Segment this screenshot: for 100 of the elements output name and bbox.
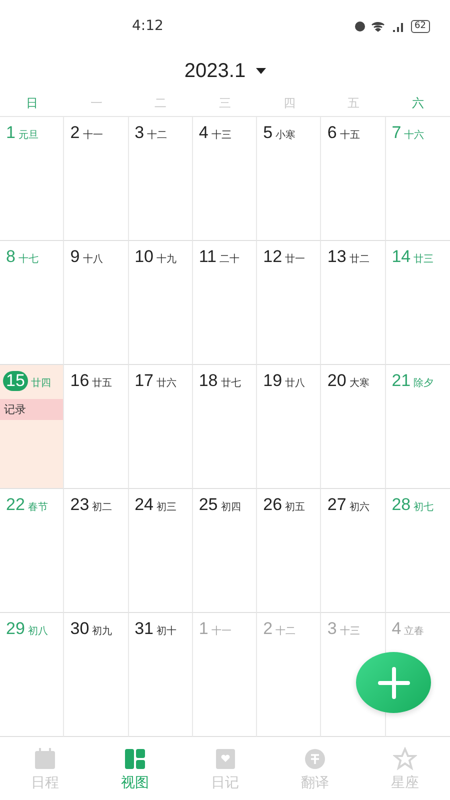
day-cell[interactable]: 23 初二 — [64, 489, 129, 613]
star-icon — [393, 746, 417, 770]
lunar-date: 初八 — [28, 624, 48, 638]
lunar-date: 十五 — [340, 128, 360, 142]
lunar-date: 初十 — [156, 624, 176, 638]
battery-level: 62 — [410, 20, 430, 32]
lunar-date: 廿六 — [156, 376, 176, 390]
status-time: 4:12 — [132, 18, 164, 34]
day-number: 9 — [70, 247, 80, 267]
day-number: 1 — [198, 619, 208, 639]
day-number: 10 — [134, 247, 154, 267]
lunar-date: 初四 — [220, 500, 241, 514]
day-number: 5 — [263, 123, 273, 143]
lunar-date: 二十 — [220, 252, 240, 266]
day-cell[interactable]: 6 十五 — [321, 117, 386, 241]
day-number: 24 — [134, 495, 154, 515]
day-cell[interactable]: 30 初九 — [64, 613, 129, 737]
wifi-icon — [370, 20, 385, 32]
day-cell[interactable]: 24 初三 — [128, 489, 193, 613]
day-cell[interactable]: 26 初五 — [257, 489, 322, 613]
lunar-date: 初九 — [92, 624, 112, 638]
lunar-date: 十九 — [156, 252, 176, 266]
day-number: 3 — [134, 123, 144, 143]
day-number: 12 — [263, 247, 282, 267]
day-number: 30 — [70, 619, 90, 639]
day-number: 2 — [263, 619, 273, 639]
notebook-icon — [213, 746, 237, 770]
day-number: 15 — [3, 371, 28, 391]
day-cell[interactable]: 20 大寒 — [321, 365, 386, 489]
day-cell[interactable]: 11 二十 — [192, 241, 258, 365]
translate-icon — [303, 746, 327, 770]
day-cell[interactable]: 9 十八 — [64, 241, 129, 365]
day-number: 20 — [327, 371, 346, 391]
lunar-date: 廿八 — [285, 376, 306, 390]
day-cell[interactable]: 10 十九 — [128, 241, 193, 365]
month-title[interactable]: 2023.1 — [184, 60, 246, 82]
day-cell[interactable]: 16 廿五 — [64, 365, 129, 489]
day-number: 13 — [327, 247, 346, 267]
lunar-date: 十三 — [211, 128, 232, 142]
lunar-date: 廿三 — [414, 252, 434, 266]
lunar-date: 初二 — [92, 500, 112, 514]
day-cell[interactable]: 31 初十 — [128, 613, 193, 737]
day-number: 2 — [70, 123, 80, 143]
day-number: 4 — [392, 619, 402, 639]
day-cell[interactable]: 4 十三 — [192, 117, 258, 241]
lunar-date: 春节 — [28, 500, 48, 514]
lunar-date: 十八 — [82, 252, 103, 266]
lunar-date: 十七 — [18, 252, 38, 266]
day-cell[interactable]: 27 初六 — [321, 489, 386, 613]
lunar-date: 十一 — [211, 624, 232, 638]
day-cell[interactable]: 15 廿四 记录 — [0, 365, 64, 489]
lunar-date: 大寒 — [349, 376, 370, 390]
lunar-date: 十三 — [340, 624, 360, 638]
day-number: 31 — [134, 619, 154, 639]
weekday-label: 六 — [410, 94, 425, 112]
day-number: 17 — [134, 371, 154, 391]
layout-icon — [123, 746, 147, 770]
lunar-date: 廿二 — [349, 252, 370, 266]
lunar-date: 初三 — [156, 500, 176, 514]
day-number: 7 — [392, 123, 402, 143]
day-number: 11 — [198, 247, 216, 267]
day-cell[interactable]: 18 廿七 — [192, 365, 258, 489]
lunar-date: 十二 — [276, 624, 296, 638]
caret-icon[interactable] — [256, 68, 266, 74]
day-cell[interactable]: 3 十二 — [128, 117, 193, 241]
day-number: 16 — [70, 371, 90, 391]
lunar-date: 廿一 — [285, 252, 306, 266]
day-number: 6 — [327, 123, 337, 143]
event-label[interactable]: 记录 — [0, 399, 64, 420]
lunar-date: 初五 — [285, 500, 306, 514]
plus-icon — [378, 666, 410, 698]
lunar-date: 初六 — [349, 500, 370, 514]
day-number: 1 — [6, 123, 16, 143]
day-cell[interactable]: 17 廿六 — [128, 365, 193, 489]
day-number: 25 — [198, 495, 218, 515]
lunar-date: 廿五 — [92, 376, 112, 390]
day-number: 4 — [198, 123, 208, 143]
day-number: 26 — [263, 495, 282, 515]
lunar-date: 小寒 — [276, 128, 296, 142]
lunar-date: 初七 — [414, 500, 434, 514]
weekday-label: 日 — [25, 94, 40, 112]
day-cell[interactable]: 12 廿一 — [257, 241, 322, 365]
day-cell[interactable]: 13 廿二 — [321, 241, 386, 365]
lunar-date: 元旦 — [18, 129, 38, 142]
day-cell[interactable]: 19 廿八 — [257, 365, 322, 489]
day-number: 8 — [6, 247, 16, 267]
day-cell[interactable]: 25 初四 — [192, 489, 258, 613]
day-number: 18 — [198, 371, 218, 391]
lunar-date: 立春 — [404, 624, 424, 638]
lunar-date: 十一 — [82, 128, 103, 142]
day-cell[interactable]: 5 小寒 — [257, 117, 322, 241]
lunar-date: 十六 — [404, 128, 424, 142]
day-number: 27 — [327, 495, 346, 515]
day-cell[interactable]: 2 十一 — [64, 117, 129, 241]
lunar-date: 十二 — [147, 128, 168, 142]
day-number: 3 — [327, 619, 337, 639]
lunar-date: 廿四 — [30, 376, 51, 390]
day-number: 19 — [263, 371, 282, 391]
day-number: 29 — [6, 619, 25, 639]
calendar-icon — [33, 746, 57, 770]
